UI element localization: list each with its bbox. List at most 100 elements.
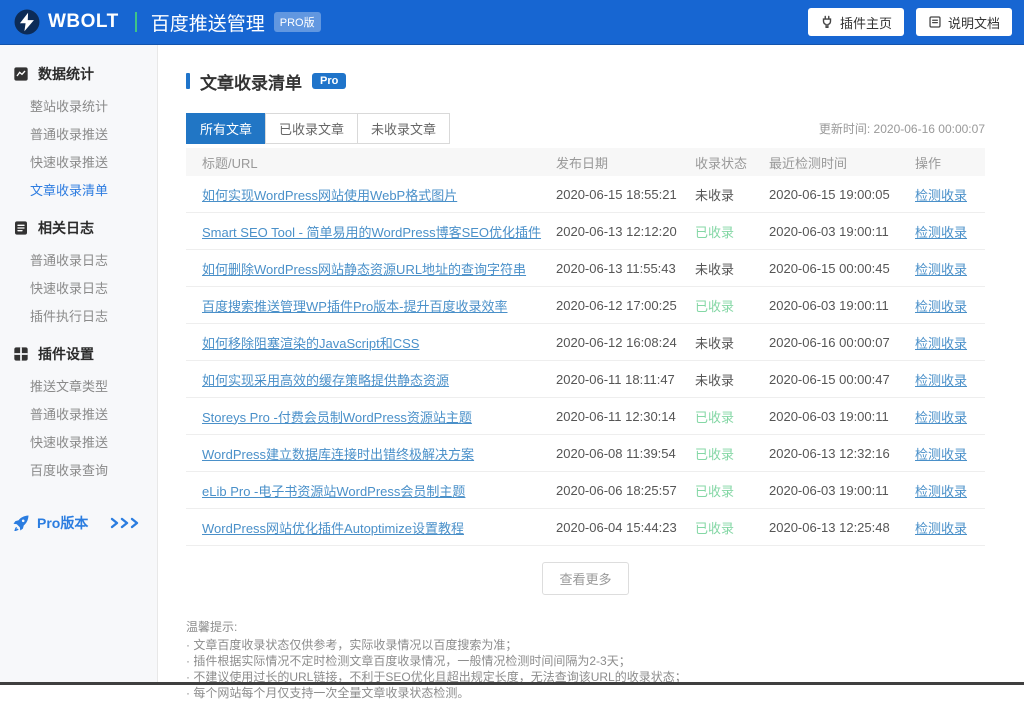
sidebar: 数据统计 整站收录统计 普通收录推送 快速收录推送 文章收录清单 相关日志 普通… [0,45,158,685]
cell-publish-date: 2020-06-13 12:12:20 [556,224,691,239]
article-title-link[interactable]: 如何删除WordPress网站静态资源URL地址的查询字符串 [202,262,526,277]
sidebar-item[interactable]: 普通收录推送 [0,119,157,147]
sidebar-item[interactable]: 普通收录推送 [0,399,157,427]
sidebar-item-label: 普通收录推送 [30,404,108,423]
sidebar-section-stats-items: 整站收录统计 普通收录推送 快速收录推送 文章收录清单 [0,91,157,203]
table-row: 如何删除WordPress网站静态资源URL地址的查询字符串 2020-06-1… [186,250,985,287]
cell-last-check-time: 2020-06-16 00:00:07 [769,335,915,350]
check-index-link[interactable]: 检测收录 [915,262,967,277]
check-index-link[interactable]: 检测收录 [915,225,967,240]
load-more-button[interactable]: 查看更多 [542,562,628,595]
tips-section: 温馨提示: 文章百度收录状态仅供参考，实际收录情况以百度搜索为准； 插件根据实际… [186,619,1024,701]
sidebar-item-label: 普通收录日志 [30,250,108,269]
main-content: 文章收录清单 Pro 所有文章 已收录文章 未收录文章 更新时间: 2020-0… [158,45,1024,685]
sidebar-item-label: 快速收录推送 [30,432,108,451]
tab-all-articles[interactable]: 所有文章 [186,113,266,144]
cell-publish-date: 2020-06-11 12:30:14 [556,409,691,424]
sidebar-section-settings: 插件设置 推送文章类型 普通收录推送 快速收录推送 百度收录查询 [0,343,157,483]
article-title-link[interactable]: WordPress建立数据库连接时出错终极解决方案 [202,447,474,462]
sidebar-item[interactable]: 整站收录统计 [0,91,157,119]
sidebar-section-logs: 相关日志 普通收录日志 快速收录日志 插件执行日志 [0,217,157,329]
cell-last-check-time: 2020-06-13 12:32:16 [769,446,915,461]
cell-action: 检测收录 [915,296,985,315]
table-row: 如何移除阻塞渲染的JavaScript和CSS 2020-06-12 16:08… [186,324,985,361]
article-title-link[interactable]: 如何实现采用高效的缓存策略提供静态资源 [202,373,449,388]
table-row: WordPress网站优化插件Autoptimize设置教程 2020-06-0… [186,509,985,546]
article-title-link[interactable]: 如何移除阻塞渲染的JavaScript和CSS [202,336,419,351]
cell-index-status: 已收录 [691,407,769,426]
tip-item: 插件根据实际情况不定时检测文章百度收录情况，一般情况检测时间间隔为2-3天； [186,653,1024,669]
header-left: WBOLT 百度推送管理 PRO版 [14,9,321,36]
sidebar-section-title: 数据统计 [38,64,94,84]
page-title: 文章收录清单 [200,69,302,94]
cell-publish-date: 2020-06-15 18:55:21 [556,187,691,202]
sidebar-item[interactable]: 推送文章类型 [0,371,157,399]
sidebar-item-label: 普通收录推送 [30,124,108,143]
log-icon [13,220,29,236]
cell-index-status: 已收录 [691,296,769,315]
article-title-link[interactable]: 如何实现WordPress网站使用WebP格式图片 [202,188,457,203]
tab-not-included-articles[interactable]: 未收录文章 [357,113,450,144]
cell-action: 检测收录 [915,222,985,241]
filter-tabs: 所有文章 已收录文章 未收录文章 [186,113,450,144]
tab-included-articles[interactable]: 已收录文章 [265,113,358,144]
sidebar-item[interactable]: 普通收录日志 [0,245,157,273]
check-index-link[interactable]: 检测收录 [915,299,967,314]
sidebar-item[interactable]: 插件执行日志 [0,301,157,329]
cell-index-status: 未收录 [691,259,769,278]
plugin-home-button[interactable]: 插件主页 [808,8,904,36]
chevrons-right-icon [109,517,141,529]
check-index-link[interactable]: 检测收录 [915,484,967,499]
brand-logo[interactable]: WBOLT [14,9,119,35]
plugin-home-label: 插件主页 [840,13,892,32]
check-index-link[interactable]: 检测收录 [915,336,967,351]
article-title-link[interactable]: WordPress网站优化插件Autoptimize设置教程 [202,521,464,536]
sidebar-item-label: 整站收录统计 [30,96,108,115]
cell-action: 检测收录 [915,333,985,352]
article-title-link[interactable]: eLib Pro -电子书资源站WordPress会员制主题 [202,484,465,499]
sidebar-section-title: 插件设置 [38,344,94,364]
sidebar-item[interactable]: 文章收录清单 [0,175,157,203]
cell-index-status: 未收录 [691,333,769,352]
docs-button[interactable]: 说明文档 [916,8,1012,36]
table-row: 如何实现采用高效的缓存策略提供静态资源 2020-06-11 18:11:47 … [186,361,985,398]
cell-last-check-time: 2020-06-03 19:00:11 [769,224,915,239]
check-index-link[interactable]: 检测收录 [915,447,967,462]
sidebar-item[interactable]: 快速收录推送 [0,427,157,455]
column-header-status: 收录状态 [691,153,769,172]
check-index-link[interactable]: 检测收录 [915,188,967,203]
article-title-link[interactable]: Smart SEO Tool - 简单易用的WordPress博客SEO优化插件 [202,225,541,240]
articles-table: 标题/URL 发布日期 收录状态 最近检测时间 操作 如何实现WordPress… [186,148,985,546]
table-row: eLib Pro -电子书资源站WordPress会员制主题 2020-06-0… [186,472,985,509]
tips-list: 文章百度收录状态仅供参考，实际收录情况以百度搜索为准； 插件根据实际情况不定时检… [186,637,1024,701]
cell-last-check-time: 2020-06-15 00:00:45 [769,261,915,276]
plug-icon [820,15,834,29]
sidebar-item[interactable]: 快速收录推送 [0,147,157,175]
page-title-row: 文章收录清单 Pro [186,71,1024,91]
check-index-link[interactable]: 检测收录 [915,410,967,425]
article-title-link[interactable]: 百度搜索推送管理WP插件Pro版本-提升百度收录效率 [202,299,508,314]
cell-index-status: 未收录 [691,185,769,204]
cell-publish-date: 2020-06-08 11:39:54 [556,446,691,461]
tip-item: 每个网站每个月仅支持一次全量文章收录状态检测。 [186,685,1024,701]
cell-title: WordPress建立数据库连接时出错终极解决方案 [186,444,556,463]
check-index-link[interactable]: 检测收录 [915,373,967,388]
check-index-link[interactable]: 检测收录 [915,521,967,536]
table-body: 如何实现WordPress网站使用WebP格式图片 2020-06-15 18:… [186,176,985,546]
cell-title: eLib Pro -电子书资源站WordPress会员制主题 [186,481,556,500]
article-title-link[interactable]: Storeys Pro -付费会员制WordPress资源站主题 [202,410,472,425]
cell-index-status: 已收录 [691,518,769,537]
title-accent-bar [186,73,190,89]
sidebar-item[interactable]: 百度收录查询 [0,455,157,483]
app-header: WBOLT 百度推送管理 PRO版 插件主页 说明文档 [0,0,1024,45]
sidebar-pro-version-link[interactable]: Pro版本 [0,497,157,533]
sidebar-item[interactable]: 快速收录日志 [0,273,157,301]
cell-title: 如何移除阻塞渲染的JavaScript和CSS [186,333,556,352]
column-header-publish-date: 发布日期 [556,153,691,172]
cell-publish-date: 2020-06-04 15:44:23 [556,520,691,535]
cell-last-check-time: 2020-06-03 19:00:11 [769,483,915,498]
sidebar-section-title: 相关日志 [38,218,94,238]
table-row: Smart SEO Tool - 简单易用的WordPress博客SEO优化插件… [186,213,985,250]
sidebar-item-label: 快速收录推送 [30,152,108,171]
pro-version-label: Pro版本 [37,513,88,533]
